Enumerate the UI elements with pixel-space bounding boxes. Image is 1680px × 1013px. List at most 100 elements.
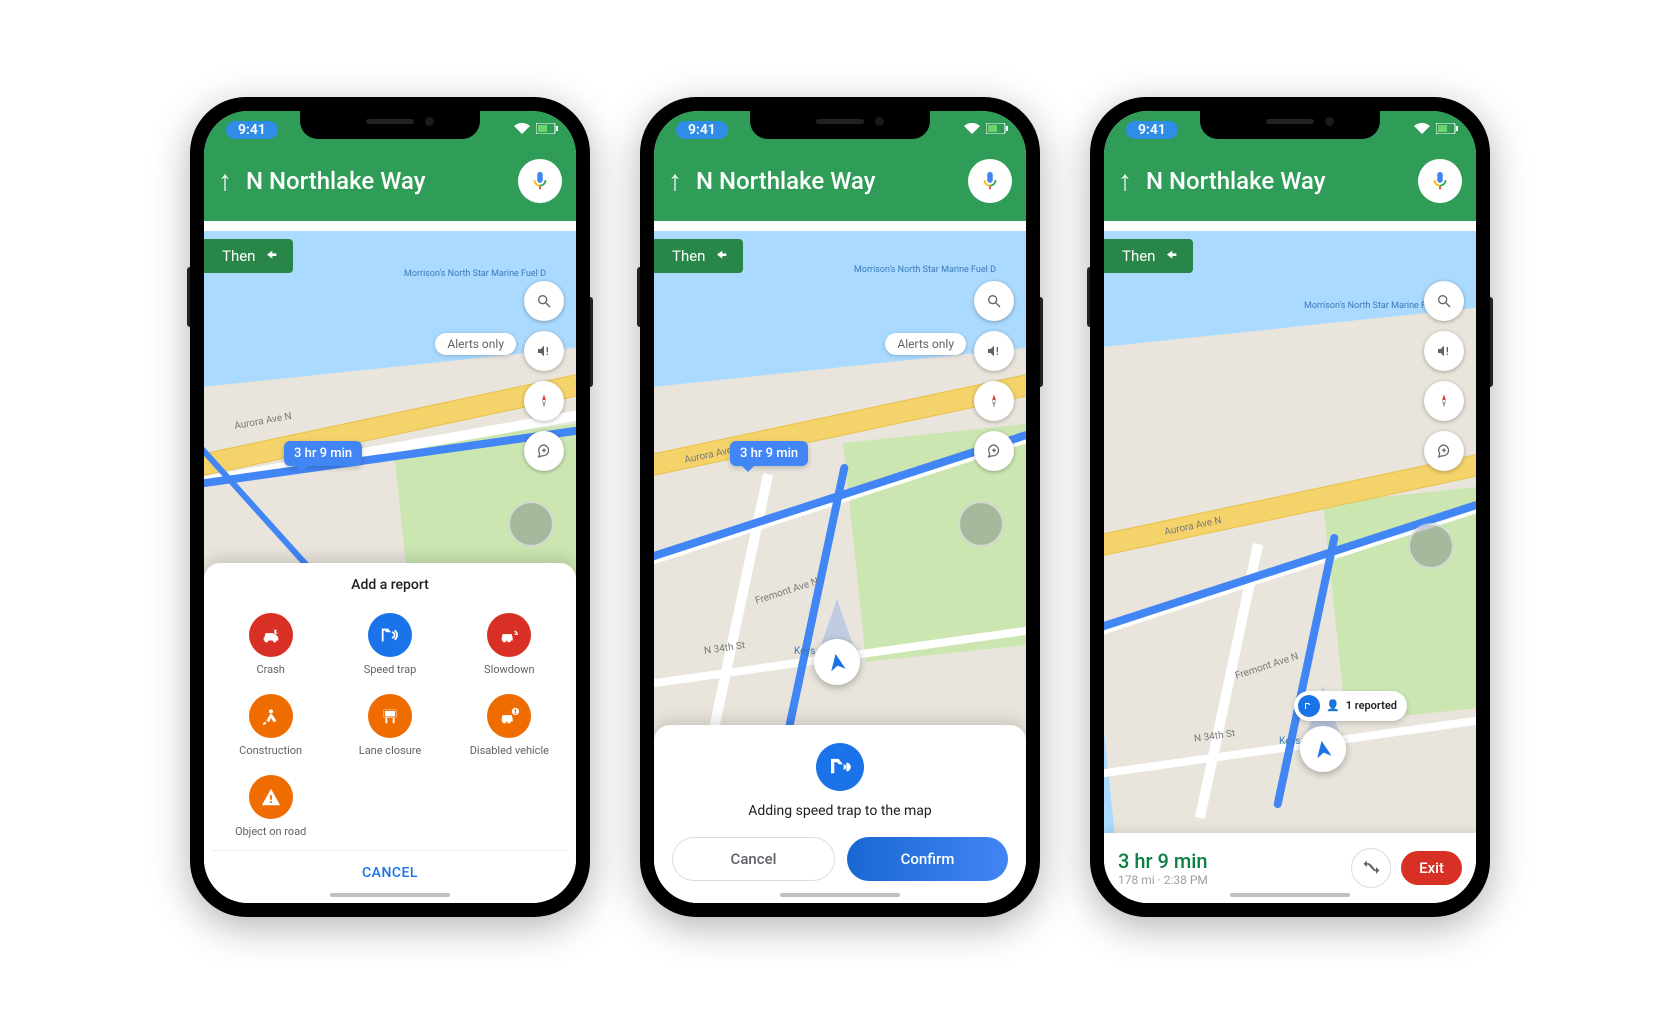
report-label: Object on road — [235, 825, 306, 838]
status-icons — [964, 123, 1008, 135]
street-name: N Northlake Way — [1146, 167, 1404, 195]
sound-button[interactable] — [974, 331, 1014, 371]
report-lane-closure[interactable]: Lane closure — [331, 688, 448, 763]
report-label: Speed trap — [364, 663, 417, 676]
map-buttons — [524, 281, 564, 471]
battery-icon — [986, 123, 1008, 134]
voice-button[interactable] — [968, 159, 1012, 203]
speech-plus-icon — [536, 443, 552, 459]
sound-button[interactable] — [1424, 331, 1464, 371]
wifi-icon — [1414, 123, 1430, 135]
screen: 9:41 ↑ N Northlake Way Then — [654, 111, 1026, 903]
location-dot — [958, 501, 1004, 547]
screen: 9:41 ↑ N Northlake Way Then — [1104, 111, 1476, 903]
mic-icon — [1429, 170, 1451, 192]
compass-icon — [1436, 393, 1452, 409]
poi-morrison: Morrison's North Star Marine Fuel D — [854, 265, 996, 275]
routes-button[interactable] — [1351, 848, 1391, 888]
mic-icon — [529, 170, 551, 192]
home-indicator[interactable] — [780, 893, 900, 897]
search-icon — [536, 293, 552, 309]
then-pill: Then — [204, 239, 293, 273]
compass-button[interactable] — [1424, 381, 1464, 421]
report-speed-trap[interactable]: Speed trap — [331, 607, 448, 682]
phone-1: 9:41 ↑ N Northlake Way Then Aurora Ave — [190, 97, 590, 917]
compass-icon — [536, 393, 552, 409]
report-construction[interactable]: Construction — [212, 688, 329, 763]
wifi-icon — [964, 123, 980, 135]
status-time: 9:41 — [676, 121, 728, 139]
home-indicator[interactable] — [1230, 893, 1350, 897]
poi-keys: Keys — [1279, 736, 1300, 747]
report-object-on-road[interactable]: Object on road — [212, 769, 329, 844]
turn-left-icon — [713, 248, 729, 264]
report-button[interactable] — [524, 431, 564, 471]
reported-chip[interactable]: 👤 1 reported — [1294, 691, 1407, 721]
location-dot — [1408, 523, 1454, 569]
poi-morrison: Morrison's North Star Marine Fuel D — [404, 269, 546, 279]
status-time: 9:41 — [1126, 121, 1178, 139]
notch — [1200, 111, 1380, 139]
map-buttons — [1424, 281, 1464, 471]
report-button[interactable] — [974, 431, 1014, 471]
then-label: Then — [222, 247, 255, 265]
report-label: Slowdown — [484, 663, 535, 676]
wifi-icon — [514, 123, 530, 135]
nav-info[interactable]: 3 hr 9 min 178 mi · 2:38 PM — [1118, 849, 1341, 887]
speech-plus-icon — [1436, 443, 1452, 459]
speaker-alert-icon — [986, 343, 1002, 359]
map[interactable]: Aurora Ave N Fremont Ave N N 34th St Mor… — [1104, 231, 1476, 903]
search-button[interactable] — [1424, 281, 1464, 321]
reported-label: 1 reported — [1346, 699, 1397, 712]
report-crash[interactable]: Crash — [212, 607, 329, 682]
notch — [750, 111, 930, 139]
cancel-button[interactable]: CANCEL — [212, 850, 568, 895]
report-button[interactable] — [1424, 431, 1464, 471]
turn-left-icon — [263, 248, 279, 264]
street-name: N Northlake Way — [696, 167, 954, 195]
voice-button[interactable] — [518, 159, 562, 203]
sign-icon — [368, 694, 412, 738]
then-pill: Then — [1104, 239, 1193, 273]
notch — [300, 111, 480, 139]
arrow-up-icon: ↑ — [668, 164, 682, 197]
location-dot — [508, 501, 554, 547]
report-slowdown[interactable]: Slowdown — [451, 607, 568, 682]
car-slow-icon — [487, 613, 531, 657]
nav-sub: 178 mi · 2:38 PM — [1118, 873, 1341, 887]
speaker-alert-icon — [1436, 343, 1452, 359]
search-button[interactable] — [524, 281, 564, 321]
poi-keys: Keys — [794, 646, 815, 657]
car-crash-icon — [249, 613, 293, 657]
speech-plus-icon — [986, 443, 1002, 459]
hazard-icon — [249, 775, 293, 819]
radar-icon — [368, 613, 412, 657]
compass-button[interactable] — [974, 381, 1014, 421]
search-button[interactable] — [974, 281, 1014, 321]
battery-icon — [536, 123, 558, 134]
voice-button[interactable] — [1418, 159, 1462, 203]
sound-button[interactable] — [524, 331, 564, 371]
cancel-button[interactable]: Cancel — [672, 837, 835, 881]
confirm-button[interactable]: Confirm — [847, 837, 1008, 881]
alerts-chip[interactable]: Alerts only — [435, 333, 516, 355]
compass-button[interactable] — [524, 381, 564, 421]
report-label: Disabled vehicle — [470, 744, 549, 757]
report-label: Construction — [239, 744, 302, 757]
alt-routes-icon — [1361, 858, 1381, 878]
turn-left-icon — [1163, 248, 1179, 264]
street-name: N Northlake Way — [246, 167, 504, 195]
eta-bubble: 3 hr 9 min — [730, 441, 808, 466]
nav-arrow — [814, 639, 860, 685]
alerts-chip[interactable]: Alerts only — [885, 333, 966, 355]
search-icon — [1436, 293, 1452, 309]
report-disabled-vehicle[interactable]: Disabled vehicle — [451, 688, 568, 763]
confirm-message: Adding speed trap to the map — [672, 803, 1008, 819]
mic-icon — [979, 170, 1001, 192]
exit-button[interactable]: Exit — [1401, 851, 1462, 885]
home-indicator[interactable] — [330, 893, 450, 897]
compass-icon — [986, 393, 1002, 409]
sheet-title: Add a report — [212, 577, 568, 593]
then-label: Then — [672, 247, 705, 265]
report-label: Crash — [256, 663, 284, 676]
